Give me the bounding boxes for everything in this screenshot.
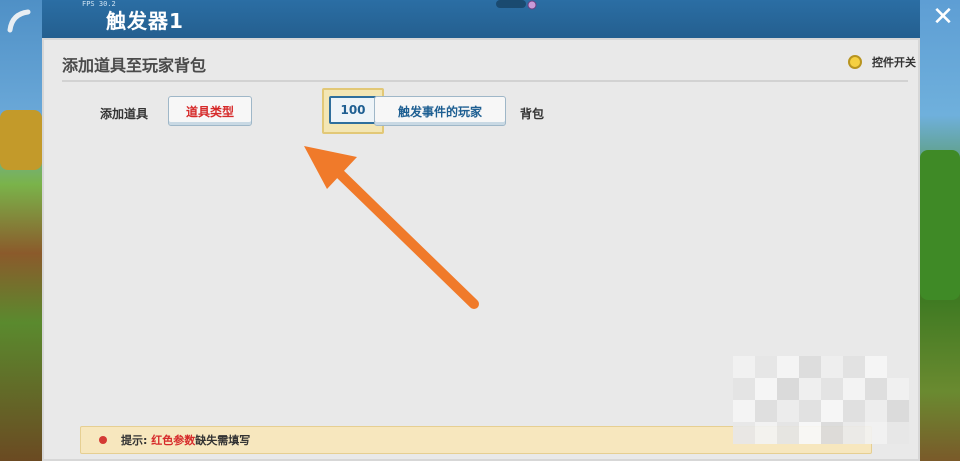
app-logo-icon [7, 9, 31, 33]
action-sentence: 添加道具 道具类型 100 个至 触发事件的玩家 背包 [100, 88, 900, 134]
warning-dot-icon [99, 436, 107, 444]
control-switch[interactable]: 控件开关 [848, 54, 916, 70]
window-title: 触发器1 [106, 9, 184, 33]
hint-text: 提示: 红色参数缺失需填写 [121, 432, 250, 448]
item-type-param[interactable]: 道具类型 [168, 96, 252, 126]
view-toggle-icon[interactable] [494, 0, 540, 12]
switch-indicator-icon[interactable] [848, 55, 862, 69]
close-button[interactable]: ✕ [930, 4, 956, 30]
panel-header: 添加道具至玩家背包 控件开关 [62, 48, 916, 82]
target-player-param[interactable]: 触发事件的玩家 [374, 96, 506, 126]
scenery-left [0, 0, 42, 461]
hint-suffix: 缺失需填写 [195, 434, 251, 447]
tree-right [920, 150, 960, 300]
panel-title: 添加道具至玩家背包 [62, 56, 207, 75]
blurred-watermark [733, 356, 909, 446]
switch-label: 控件开关 [872, 56, 916, 69]
close-icon: ✕ [932, 2, 954, 32]
quantity-param[interactable]: 100 [329, 96, 377, 124]
sentence-prefix: 添加道具 [100, 107, 149, 121]
hint-prefix: 提示: [121, 434, 152, 447]
sentence-suffix: 背包 [520, 107, 545, 121]
title-bar: FPS 30.2 触发器1 ✕ [7, 0, 954, 38]
tree-left [0, 110, 42, 170]
hint-highlight: 红色参数 [151, 434, 196, 447]
